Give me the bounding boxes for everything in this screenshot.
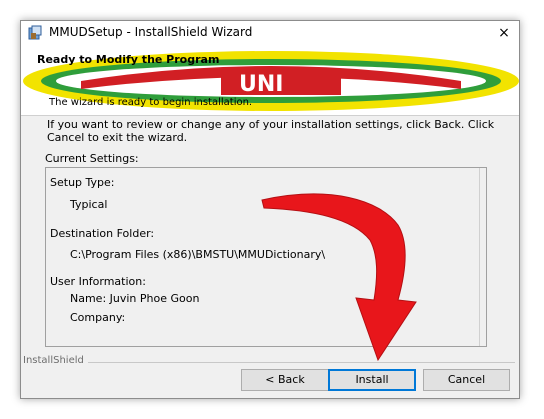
window-title: MMUDSetup - InstallShield Wizard <box>49 25 253 39</box>
setup-type-value: Typical <box>70 198 108 211</box>
settings-summary-box[interactable]: Setup Type: Typical Destination Folder: … <box>45 167 487 347</box>
title-bar: MMUDSetup - InstallShield Wizard × <box>21 21 519 45</box>
setup-type-label: Setup Type: <box>50 176 115 189</box>
banner-subtitle: The wizard is ready to begin installatio… <box>49 97 253 108</box>
current-settings-label: Current Settings: <box>45 152 139 165</box>
brand-divider <box>23 362 515 363</box>
destination-folder-value: C:\Program Files (x86)\BMSTU\MMUDictiona… <box>70 248 326 261</box>
back-button[interactable]: < Back <box>241 369 329 391</box>
company-value: Company: <box>70 311 126 324</box>
installshield-brand: InstallShield <box>23 355 88 366</box>
installshield-brand-line: InstallShield <box>21 355 519 369</box>
destination-folder-label: Destination Folder: <box>50 227 155 240</box>
install-button[interactable]: Install <box>328 369 416 391</box>
cancel-button[interactable]: Cancel <box>423 369 510 391</box>
intro-text: If you want to review or change any of y… <box>47 118 495 144</box>
user-information-label: User Information: <box>50 275 146 288</box>
close-icon[interactable]: × <box>493 23 515 43</box>
settings-scrollbar[interactable] <box>479 168 486 346</box>
header-banner: UNI Ready to Modify the Program The wiza… <box>21 45 519 116</box>
user-name-value: Name: Juvin Phoe Goon <box>70 292 200 305</box>
banner-logo-text: UNI <box>239 72 283 97</box>
installer-app-icon <box>28 25 42 40</box>
banner-title: Ready to Modify the Program <box>37 53 220 66</box>
installshield-wizard-window: MMUDSetup - InstallShield Wizard × UNI R… <box>20 20 520 399</box>
